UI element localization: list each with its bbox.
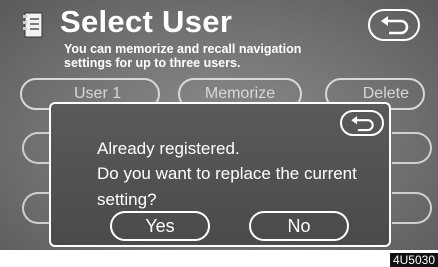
back-arrow-icon xyxy=(351,115,374,131)
user-3-delete-button[interactable] xyxy=(392,192,432,224)
back-arrow-icon xyxy=(381,16,409,35)
no-button[interactable]: No xyxy=(249,211,349,241)
display-screen: Select User You can memorize and recall … xyxy=(0,0,438,250)
user-list-icon xyxy=(23,12,43,38)
confirm-dialog: Already registered. Do you want to repla… xyxy=(49,102,391,247)
yes-label: Yes xyxy=(145,215,175,236)
user-2-delete-button[interactable] xyxy=(392,132,432,164)
memorize-label: Memorize xyxy=(204,85,276,102)
subtitle-line-2: settings for up to three users. xyxy=(64,56,241,70)
page-subtitle: You can memorize and recall navigation s… xyxy=(64,42,301,70)
subtitle-line-1: You can memorize and recall navigation xyxy=(64,42,302,56)
dialog-message-line-1: Already registered. xyxy=(97,139,240,158)
back-button[interactable] xyxy=(368,9,420,41)
page-title: Select User xyxy=(60,4,233,39)
figure-code: 4U5030 xyxy=(389,253,438,267)
dialog-message-line-2: Do you want to replace the current xyxy=(97,164,357,183)
delete-label: Delete xyxy=(362,85,409,102)
dialog-back-button[interactable] xyxy=(340,110,384,136)
no-label: No xyxy=(287,215,311,236)
user-1-label: User 1 xyxy=(74,85,122,102)
dialog-message-line-3: setting? xyxy=(97,190,157,209)
yes-button[interactable]: Yes xyxy=(110,211,210,241)
